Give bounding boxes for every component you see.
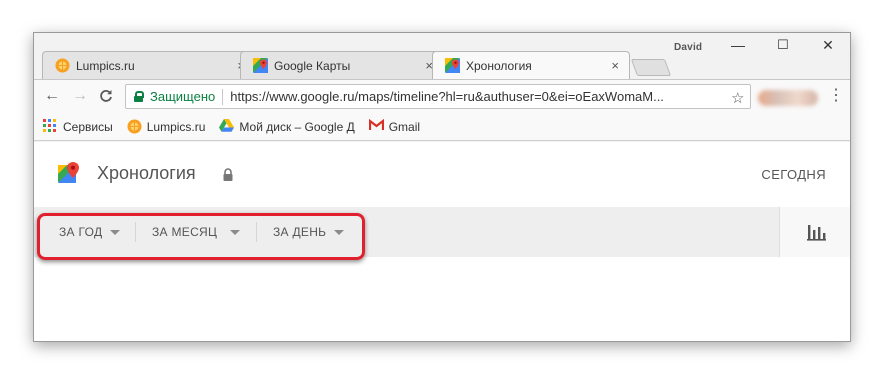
google-maps-logo-icon	[58, 162, 80, 186]
new-tab-button[interactable]	[630, 59, 672, 76]
bookmarks-bar: Сервисы Lumpics.ru Мой диск – Google Д G…	[34, 113, 850, 141]
close-window-button[interactable]: ✕	[814, 37, 842, 54]
tab-google-maps[interactable]: Google Карты ×	[240, 51, 444, 79]
bookmark-star-icon[interactable]: ☆	[731, 89, 744, 107]
tab-title: Google Карты	[274, 58, 351, 73]
stats-panel	[779, 207, 850, 257]
orange-circle-icon	[127, 119, 142, 134]
browser-window: Lumpics.ru × Google Карты × Хронология ×…	[33, 32, 851, 342]
tab-lumpics[interactable]: Lumpics.ru ×	[42, 51, 256, 79]
bookmark-apps[interactable]: Сервисы	[43, 119, 113, 134]
lock-icon	[222, 168, 234, 181]
red-highlight-annotation	[37, 213, 365, 260]
secure-label: Защищено	[150, 89, 216, 104]
bookmark-gmail[interactable]: Gmail	[368, 119, 421, 134]
google-maps-icon	[445, 58, 460, 73]
bookmark-label: Gmail	[388, 119, 421, 134]
forward-arrow-icon[interactable]: →	[70, 87, 90, 105]
omnibox-divider	[222, 88, 224, 105]
tab-strip: Lumpics.ru × Google Карты × Хронология ×…	[34, 33, 850, 79]
tab-timeline[interactable]: Хронология ×	[432, 51, 630, 79]
minimize-button[interactable]: —	[724, 37, 752, 53]
bookmark-label: Lumpics.ru	[146, 119, 206, 134]
bookmark-lumpics[interactable]: Lumpics.ru	[127, 119, 206, 134]
browser-toolbar: ← → Защищено https://www.google.ru/maps/…	[34, 79, 850, 113]
gmail-icon	[368, 119, 384, 134]
reload-icon[interactable]	[96, 87, 116, 108]
bookmark-label: Сервисы	[63, 119, 113, 134]
google-drive-icon	[219, 119, 235, 134]
date-filter-bar: ЗА ГОД ЗА МЕСЯЦ ЗА ДЕНЬ	[34, 207, 779, 260]
profile-name[interactable]: David	[674, 42, 702, 53]
orange-circle-icon	[55, 58, 70, 73]
google-maps-icon	[253, 58, 268, 73]
back-arrow-icon[interactable]: ←	[42, 87, 62, 105]
tab-title: Lumpics.ru	[76, 58, 135, 73]
tab-title: Хронология	[466, 58, 532, 73]
blurred-extensions-icon	[758, 90, 818, 106]
bar-chart-icon[interactable]	[806, 223, 826, 241]
secure-lock-icon	[134, 91, 144, 102]
url-text: https://www.google.ru/maps/timeline?hl=r…	[230, 89, 664, 104]
screenshot-stage: Lumpics.ru × Google Карты × Хронология ×…	[0, 0, 883, 376]
bookmark-google-drive[interactable]: Мой диск – Google Д	[219, 119, 355, 134]
bookmark-label: Мой диск – Google Д	[239, 119, 355, 134]
apps-grid-icon	[43, 119, 58, 134]
address-bar[interactable]: Защищено https://www.google.ru/maps/time…	[125, 84, 751, 109]
tab-close-icon[interactable]: ×	[611, 58, 619, 73]
web-page: Хронология СЕГОДНЯ ЗА ГОД ЗА МЕСЯЦ ЗА ДЕ…	[34, 142, 850, 341]
today-button[interactable]: СЕГОДНЯ	[761, 167, 826, 182]
menu-dots-icon[interactable]: ⋮	[828, 87, 844, 105]
timeline-header: Хронология СЕГОДНЯ	[34, 142, 850, 207]
maximize-button[interactable]: ☐	[769, 37, 797, 53]
page-title: Хронология	[97, 163, 196, 183]
